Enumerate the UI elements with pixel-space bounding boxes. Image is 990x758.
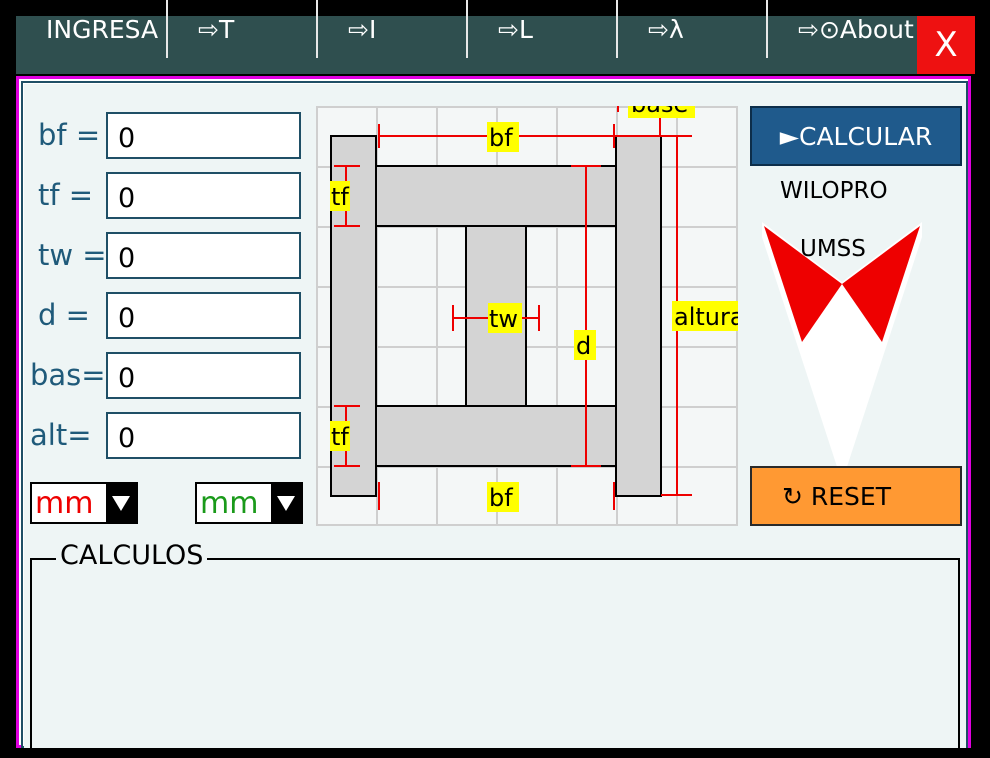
logo-title: WILOPRO — [780, 178, 888, 204]
d-input[interactable] — [106, 292, 301, 339]
alt-input[interactable] — [106, 412, 301, 459]
label-base: base — [631, 106, 688, 118]
calcular-button[interactable]: ►CALCULAR — [750, 106, 962, 166]
bas-input[interactable] — [106, 352, 301, 399]
tab-label: ⇨T — [198, 14, 235, 44]
label-alt: alt= — [30, 418, 92, 452]
calculos-group — [30, 558, 960, 758]
bottom-flange — [375, 405, 617, 467]
unit-input-select[interactable]: mm — [30, 482, 138, 524]
tab-i[interactable]: ⇨I — [318, 0, 468, 58]
tab-label: ⇨L — [498, 14, 533, 44]
logo-subtitle: UMSS — [800, 236, 866, 262]
label-altura: altura — [674, 303, 738, 331]
label-d: d = — [38, 298, 90, 332]
tab-about[interactable]: ⇨⊙About — [768, 0, 917, 58]
label-tf: tf = — [38, 178, 94, 212]
label-tw-dim: tw — [489, 305, 518, 333]
dropdown-arrow-icon — [106, 484, 136, 522]
unit-output-value: mm — [200, 485, 259, 521]
top-flange — [375, 165, 617, 227]
tab-ingresa[interactable]: INGRESA — [16, 0, 168, 58]
label-tw: tw = — [38, 238, 107, 272]
tf-input[interactable] — [106, 172, 301, 219]
tab-lambda[interactable]: ⇨λ — [618, 0, 768, 58]
tab-t[interactable]: ⇨T — [168, 0, 318, 58]
label-bf: bf = — [38, 118, 101, 152]
tab-label: ⇨λ — [648, 14, 684, 44]
tab-l[interactable]: ⇨L — [468, 0, 618, 58]
unit-output-select[interactable]: mm — [195, 482, 303, 524]
label-d-dim: d — [576, 332, 591, 360]
bf-input[interactable] — [106, 112, 301, 159]
tw-input[interactable] — [106, 232, 301, 279]
dropdown-arrow-icon — [271, 484, 301, 522]
section-diagram: base bf bf tf tf tw d altura — [316, 106, 738, 526]
close-button[interactable]: X — [917, 16, 975, 74]
tab-label: ⇨I — [348, 14, 377, 44]
unit-input-value: mm — [35, 485, 94, 521]
label-bf-bottom: bf — [489, 484, 513, 512]
right-plate — [615, 135, 662, 497]
tab-label: INGRESA — [46, 14, 159, 44]
reset-button[interactable]: ↻ RESET — [750, 466, 962, 526]
calculos-legend: CALCULOS — [56, 540, 208, 571]
label-tf-top: tf — [331, 183, 349, 211]
label-bf-top: bf — [489, 124, 513, 152]
tab-label: ⇨⊙About — [798, 14, 914, 44]
label-bas: bas= — [30, 358, 106, 392]
label-tf-bottom: tf — [331, 423, 349, 451]
